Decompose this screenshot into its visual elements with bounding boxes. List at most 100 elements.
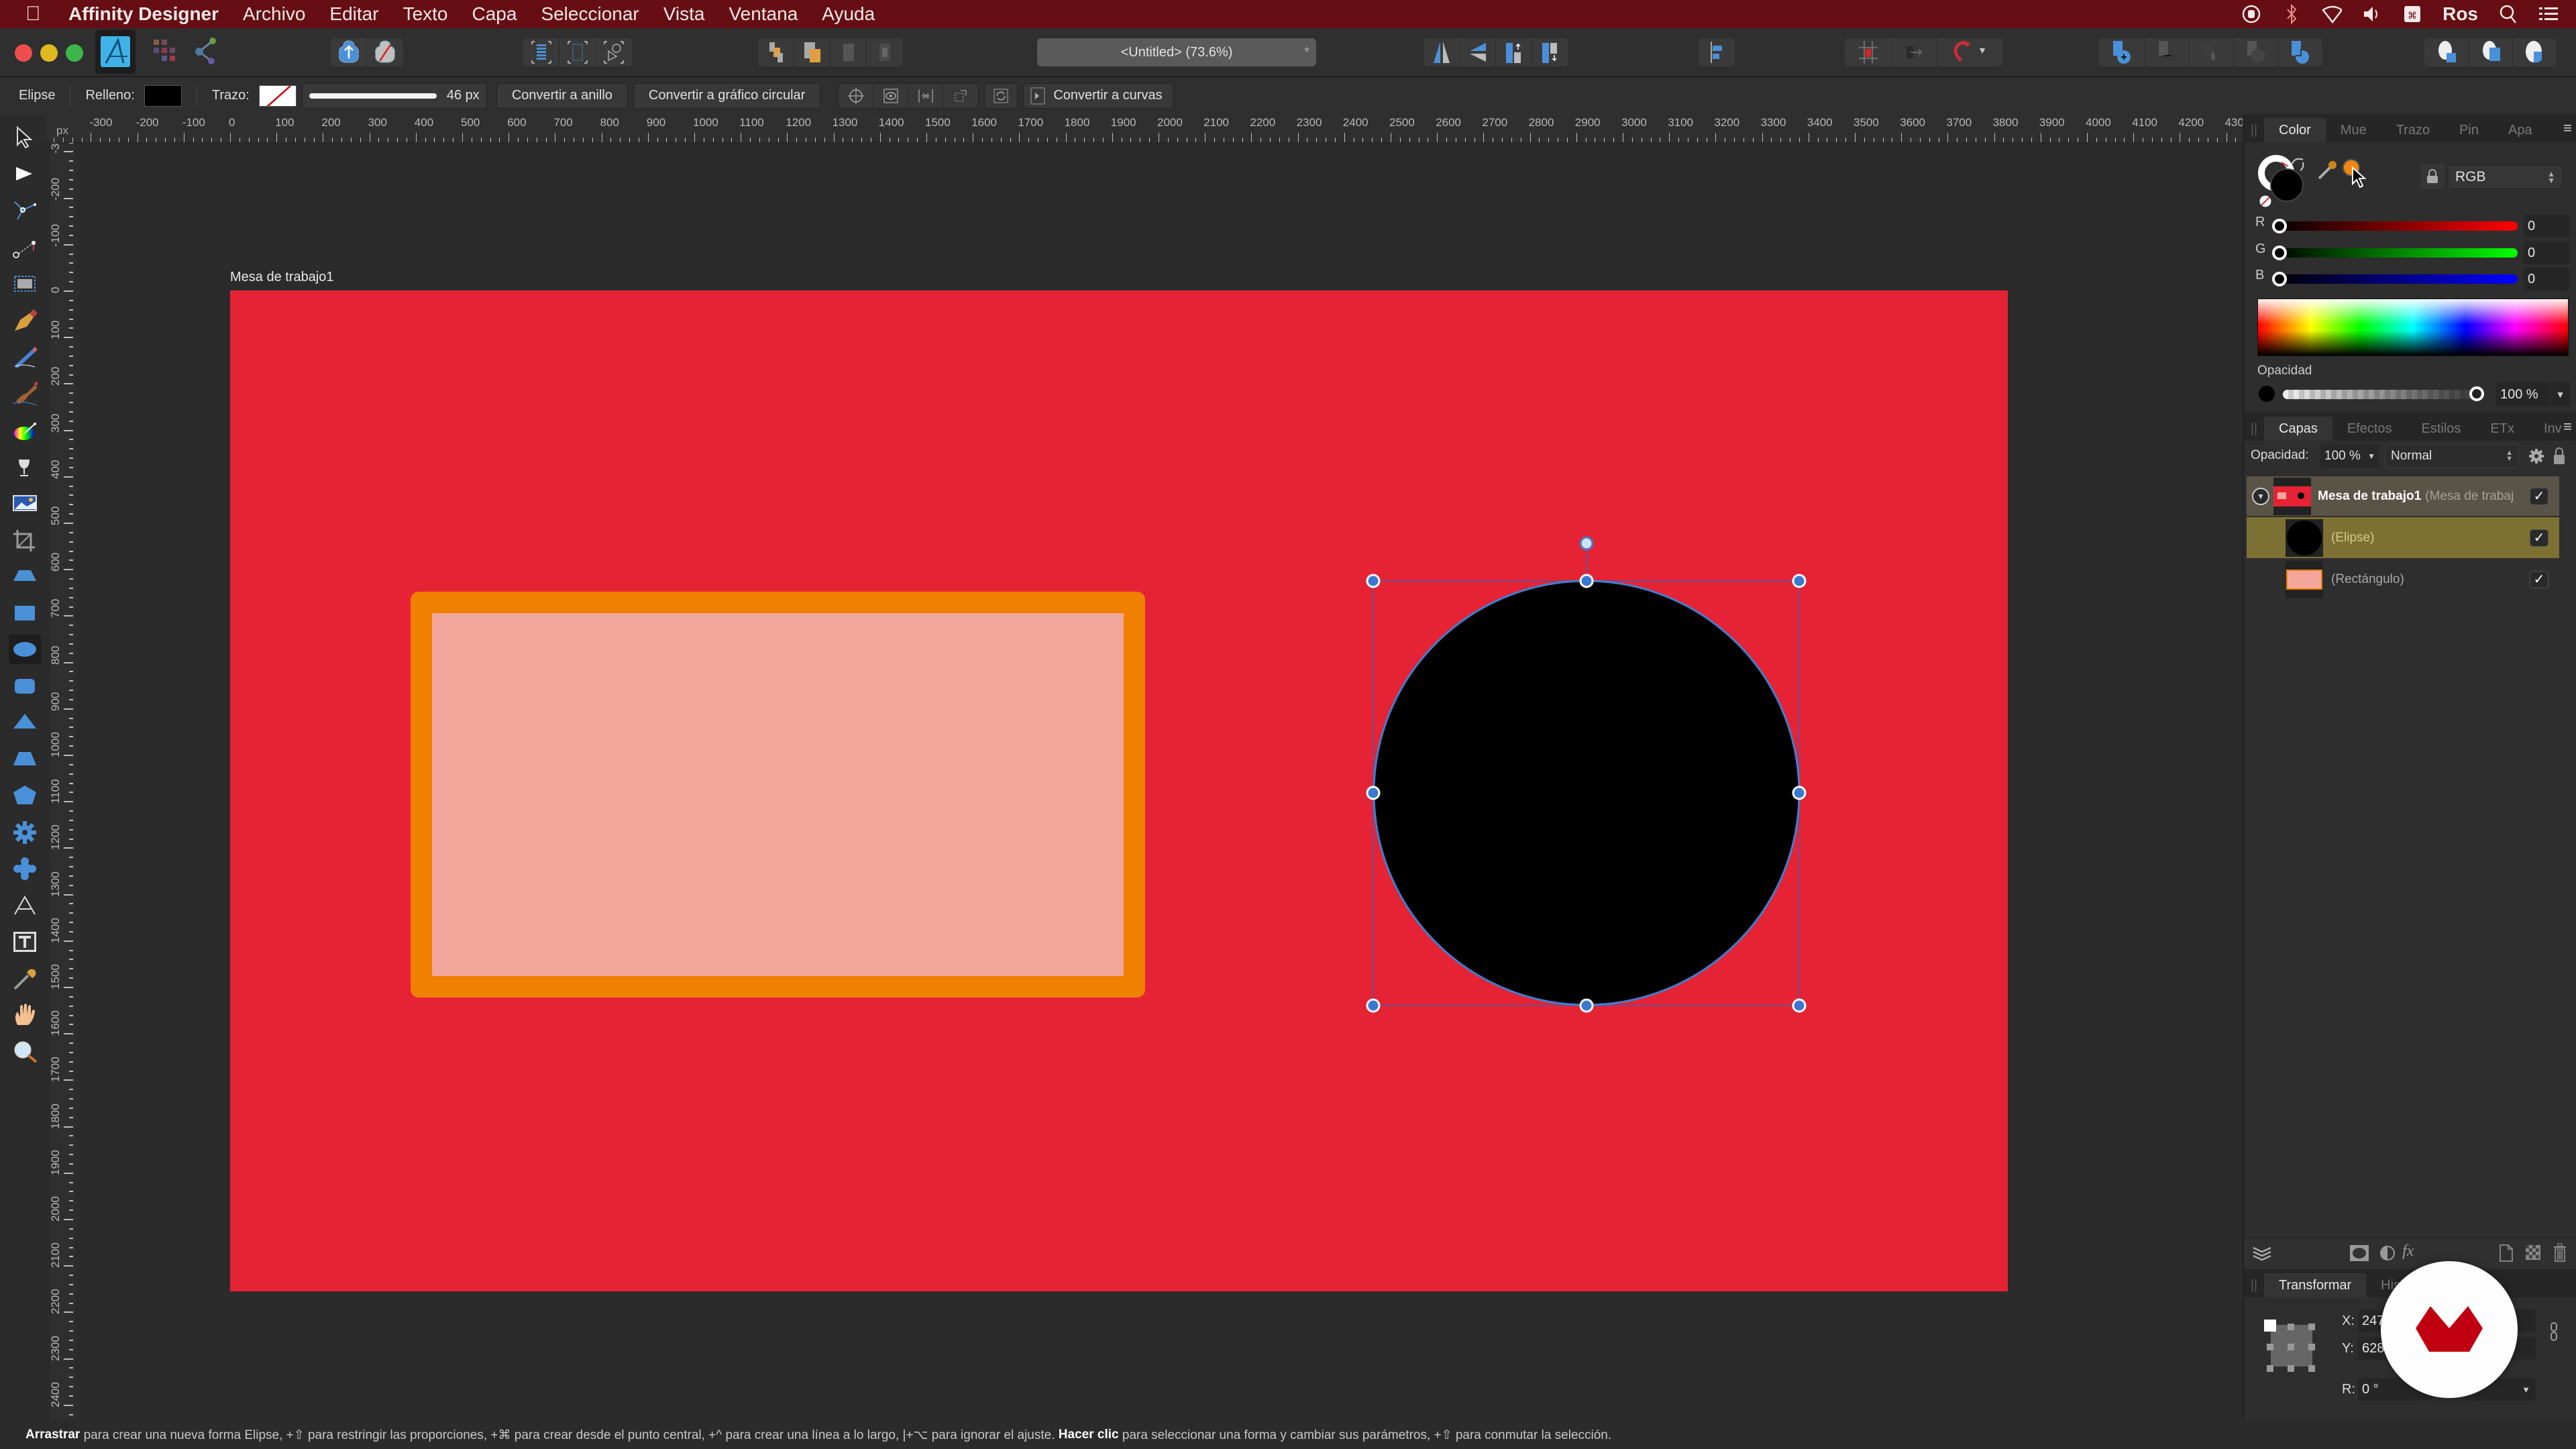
tab-transform[interactable]: Transformar — [2264, 1273, 2367, 1297]
rectangle-tool[interactable] — [9, 598, 41, 628]
view-mode-3-button[interactable] — [2513, 38, 2556, 66]
adjustment-layer-icon[interactable] — [2379, 1245, 2396, 1261]
fx-icon[interactable]: fx — [2402, 1242, 2414, 1260]
place-image-tool[interactable] — [9, 488, 41, 518]
move-forward-button[interactable] — [331, 38, 367, 66]
tab-text-styles[interactable]: ETx — [2475, 417, 2529, 441]
artistic-text-tool[interactable] — [9, 891, 41, 920]
link-proportions-icon[interactable] — [2549, 1322, 2559, 1342]
search-icon[interactable] — [2498, 4, 2518, 24]
red-slider[interactable] — [2272, 221, 2518, 231]
panel-grip-icon[interactable]: || — [2244, 1273, 2264, 1297]
screen-record-icon[interactable] — [2241, 4, 2261, 24]
app-menu[interactable]: Affinity Designer — [68, 3, 219, 25]
blue-slider[interactable] — [2272, 274, 2518, 284]
zoom-window-button[interactable] — [66, 44, 83, 62]
green-slider[interactable] — [2272, 248, 2518, 258]
opacity-dropdown-icon[interactable]: ▼ — [2550, 382, 2570, 407]
stroke-width-slider[interactable] — [309, 93, 437, 99]
green-slider-knob[interactable] — [2272, 246, 2287, 260]
move-forward-one-button[interactable] — [830, 38, 867, 66]
layer-row-ellipse[interactable]: (Elipse) ✓ — [2247, 517, 2559, 558]
panel-menu-icon[interactable]: ≡ — [2563, 418, 2572, 435]
panel-grip-icon[interactable]: || — [2244, 118, 2264, 142]
view-origin-icon[interactable] — [873, 83, 909, 108]
rotate-left-button[interactable] — [1496, 38, 1532, 66]
horizontal-ruler[interactable]: -300 -200 -100 0 100 200 300 400 500 600 700 800 900… — [46, 114, 2243, 143]
menu-texto[interactable]: Texto — [403, 3, 448, 25]
no-fill-button[interactable] — [367, 38, 403, 66]
keyboard-icon[interactable]: ⌘ — [2402, 4, 2422, 24]
rounded-rectangle-tool[interactable] — [9, 672, 41, 701]
rotate-shape-button[interactable] — [984, 83, 1018, 109]
stroke-width-field[interactable]: 46 px — [301, 83, 487, 109]
opacity-slider[interactable] — [2283, 390, 2484, 399]
opacity-field[interactable]: 100 % ▼ — [2496, 382, 2570, 407]
convert-to-pie-button[interactable]: Convertir a gráfico circular — [633, 83, 821, 109]
tab-stroke[interactable]: Trazo — [2381, 118, 2445, 142]
layer-visibility-checkbox[interactable]: ✓ — [2530, 529, 2548, 547]
fill-tool[interactable] — [9, 415, 41, 445]
color-mode-select[interactable]: RGB ▲ ▼ — [2448, 165, 2563, 189]
user-name[interactable]: Ros — [2443, 3, 2478, 25]
move-tool[interactable] — [9, 123, 41, 152]
panel-menu-icon[interactable]: ≡ — [2563, 119, 2572, 137]
vector-brush-tool[interactable] — [9, 379, 41, 409]
pixel-persona-button[interactable] — [148, 35, 181, 68]
delete-layer-icon[interactable] — [2553, 1242, 2567, 1263]
expand-layer-icon[interactable]: ▼ — [2252, 487, 2269, 505]
rotate-right-button[interactable] — [1532, 38, 1568, 66]
export-persona-button[interactable] — [189, 35, 223, 68]
boolean-subtract-button[interactable] — [2145, 38, 2190, 66]
volume-icon[interactable] — [2362, 4, 2382, 24]
boolean-add-button[interactable] — [2098, 38, 2145, 66]
tab-styles[interactable]: Estilos — [2407, 417, 2476, 441]
layer-visibility-checkbox[interactable]: ✓ — [2530, 570, 2548, 588]
convert-to-ring-button[interactable]: Convertir a anillo — [496, 83, 628, 109]
menu-capa[interactable]: Capa — [472, 3, 517, 25]
add-pixel-layer-icon[interactable] — [2526, 1245, 2540, 1260]
move-to-back-button[interactable] — [758, 38, 794, 66]
stroke-swatch[interactable] — [258, 85, 297, 107]
tab-swatches[interactable]: Mue — [2326, 118, 2381, 142]
boolean-xor-button[interactable] — [2234, 38, 2278, 66]
wifi-icon[interactable] — [2322, 4, 2343, 24]
point-transform-tool[interactable] — [9, 196, 41, 225]
layer-settings-gear-icon[interactable] — [2528, 448, 2544, 464]
menu-seleccionar[interactable]: Seleccionar — [541, 3, 639, 25]
fill-swatch[interactable] — [144, 85, 182, 107]
blue-slider-knob[interactable] — [2272, 272, 2287, 286]
move-back-one-button[interactable] — [794, 38, 830, 66]
rectangle-shape-fill[interactable] — [432, 613, 1124, 976]
menu-editar[interactable]: Editar — [329, 3, 378, 25]
snapping-grid-button[interactable] — [1845, 38, 1892, 66]
menu-ayuda[interactable]: Ayuda — [822, 3, 875, 25]
color-spectrum-picker[interactable] — [2257, 299, 2569, 356]
blend-mode-select[interactable]: Normal ▲ ▼ — [2385, 444, 2519, 468]
tab-effects[interactable]: Efectos — [2332, 417, 2407, 441]
layer-row-artboard[interactable]: ▼ Mesa de trabajo1 (Mesa de trabaj ✓ — [2247, 476, 2559, 516]
menu-archivo[interactable]: Archivo — [243, 3, 305, 25]
close-window-button[interactable] — [15, 44, 32, 62]
origin-icon[interactable] — [839, 83, 874, 108]
apple-menu-icon[interactable]:  — [25, 3, 48, 25]
document-tab[interactable]: <Untitled> (73.6%) * — [1037, 38, 1316, 66]
layers-stack-icon[interactable] — [2252, 1244, 2272, 1263]
opacity-slider-knob[interactable] — [2469, 386, 2484, 401]
tab-brushes[interactable]: Pin — [2445, 118, 2493, 142]
deselect-button[interactable] — [559, 38, 596, 66]
control-center-icon[interactable] — [2538, 4, 2559, 24]
panel-grip-icon[interactable]: || — [2244, 417, 2264, 441]
convert-to-curves-button[interactable]: Convertir a curvas — [1023, 83, 1174, 109]
view-mode-button[interactable] — [2424, 38, 2470, 66]
frame-text-tool[interactable] — [9, 927, 41, 957]
pentagon-tool[interactable] — [9, 781, 41, 810]
reset-origin-icon[interactable] — [943, 84, 978, 108]
invert-selection-button[interactable] — [596, 38, 632, 66]
swap-colors-icon[interactable] — [2290, 156, 2307, 173]
pen-tool[interactable] — [9, 306, 41, 335]
bluetooth-icon[interactable] — [2282, 4, 2302, 24]
flip-vertical-button[interactable] — [1460, 38, 1496, 66]
pencil-tool[interactable] — [9, 342, 41, 372]
flip-horizontal-button[interactable] — [1424, 38, 1460, 66]
